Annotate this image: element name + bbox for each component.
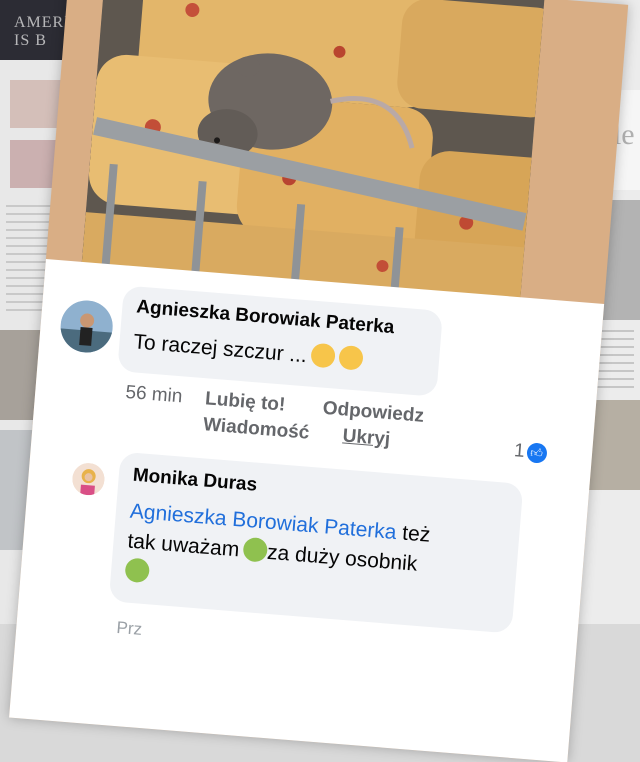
nauseated-face-emoji-icon <box>124 557 151 584</box>
comment-bubble: Agnieszka Borowiak Paterka To raczej szc… <box>117 285 444 397</box>
reply-text-part: za duży osobnik <box>266 540 419 576</box>
like-button[interactable]: Lubię to! <box>204 388 286 416</box>
message-button[interactable]: Wiadomość <box>202 414 310 444</box>
reply-text-part: tak uważam <box>126 529 241 562</box>
avatar-photo <box>71 461 106 497</box>
reply-text: Agnieszka Borowiak Paterka też tak uważa… <box>124 497 431 611</box>
comment-text: To raczej szczur ... <box>133 328 364 372</box>
avatar-photo <box>58 298 115 355</box>
reply-text-part: też <box>401 521 432 547</box>
reply-author[interactable]: Monika Duras <box>132 465 258 497</box>
reply-bubble: Monika Duras Agnieszka Borowiak Paterka … <box>108 451 524 634</box>
comment-text-content: To raczej szczur ... <box>132 330 308 368</box>
commenter-avatar[interactable] <box>58 298 115 355</box>
comments-section: Agnieszka Borowiak Paterka To raczej szc… <box>9 259 605 762</box>
thumbs-up-icon: 👍︎ <box>525 442 548 464</box>
reaction-count[interactable]: 1 👍︎ <box>513 440 548 465</box>
phone-screenshot-card: Agnieszka Borowiak Paterka To raczej szc… <box>9 0 629 762</box>
dizzy-face-emoji-icon <box>337 344 364 371</box>
thinking-face-emoji-icon <box>310 342 336 369</box>
reply-avatar[interactable] <box>71 461 106 497</box>
reaction-count-value: 1 <box>513 440 526 463</box>
cut-off-text: Prz <box>115 617 143 639</box>
nauseated-face-emoji-icon <box>242 536 269 563</box>
reply-button[interactable]: Odpowiedz <box>322 398 425 428</box>
comment-timestamp: 56 min <box>124 381 184 408</box>
hide-button[interactable]: Ukryj <box>342 425 391 451</box>
